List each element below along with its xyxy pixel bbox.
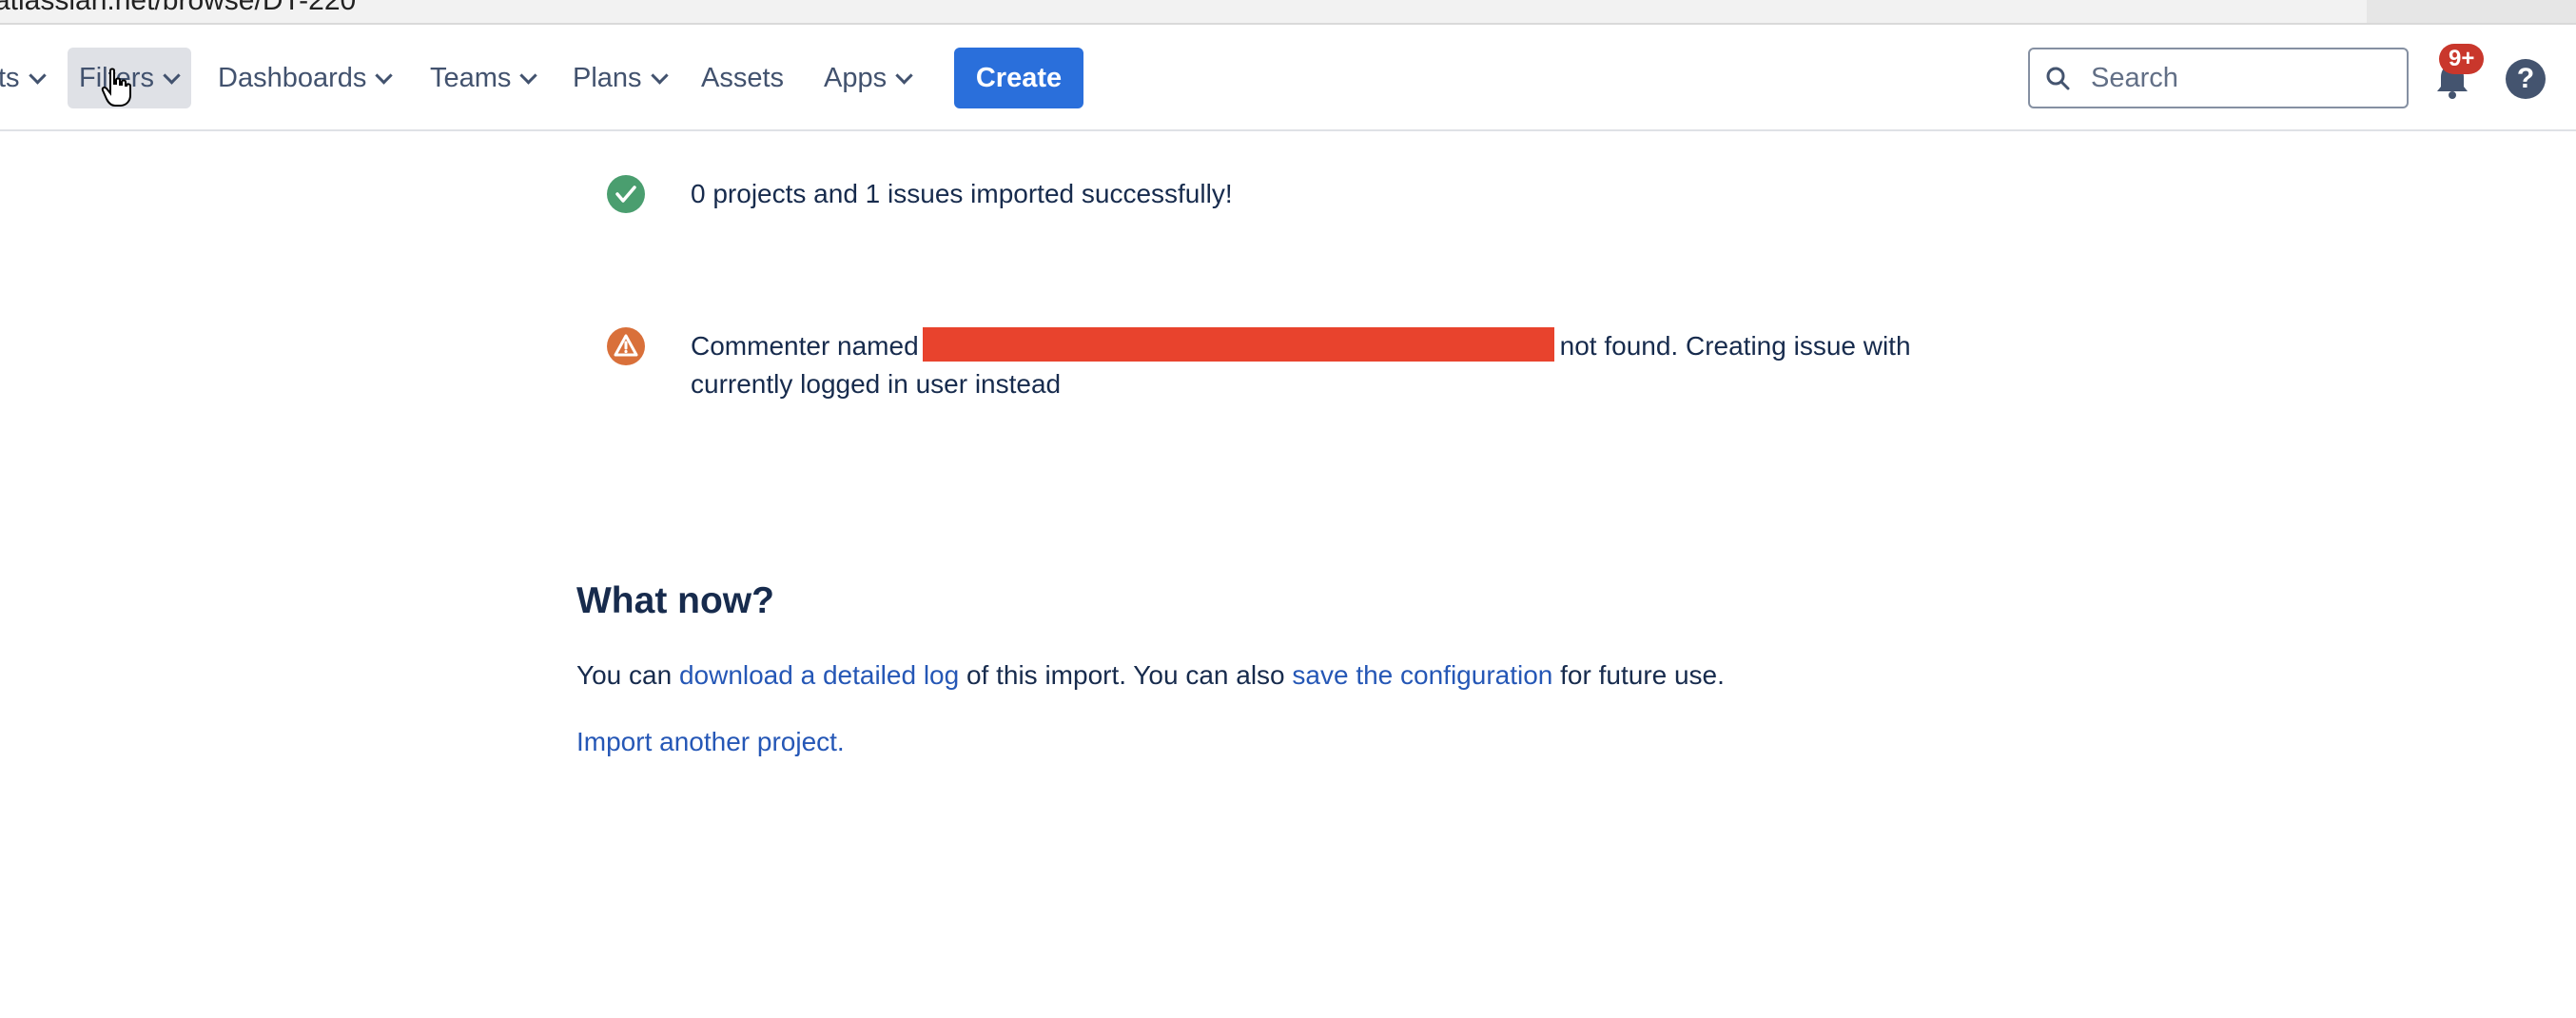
nav-teams[interactable]: Teams <box>419 48 546 108</box>
warning-line2: currently logged in user instead <box>691 369 1062 399</box>
nav-teams-label: Teams <box>430 62 512 93</box>
nav-assets-label: Assets <box>701 62 785 93</box>
nav-apps[interactable]: Apps <box>812 48 922 108</box>
chevron-down-icon <box>28 66 47 85</box>
chevron-down-icon <box>163 66 181 85</box>
save-configuration-link[interactable]: save the configuration <box>1292 660 1552 690</box>
chevron-down-icon <box>375 66 394 85</box>
p1-text-c: for future use. <box>1552 660 1725 690</box>
help-button[interactable]: ? <box>2506 59 2546 99</box>
create-button[interactable]: Create <box>954 48 1083 108</box>
p1-text-a: You can <box>576 660 679 690</box>
chevron-down-icon <box>895 66 913 85</box>
chevron-down-icon <box>650 66 669 85</box>
warning-message: Commenter named not found. Creating issue… <box>691 327 2022 403</box>
search-input[interactable] <box>2089 61 2378 95</box>
browser-toolbar-edge <box>2367 0 2576 23</box>
nav-apps-label: Apps <box>824 62 888 93</box>
nav-plans-label: Plans <box>573 62 642 93</box>
success-message: 0 projects and 1 issues imported success… <box>691 179 1233 208</box>
nav-plans[interactable]: Plans <box>561 48 677 108</box>
search-icon <box>2045 66 2070 90</box>
p1-text-b: of this import. You can also <box>959 660 1293 690</box>
what-now-heading: What now? <box>576 580 774 621</box>
nav-dashboards-label: Dashboards <box>218 62 367 93</box>
what-now-paragraph: You can download a detailed log of this … <box>576 660 1725 691</box>
help-icon: ? <box>2516 63 2535 94</box>
nav-assets[interactable]: Assets <box>690 48 795 108</box>
download-log-link[interactable]: download a detailed log <box>679 660 959 690</box>
chevron-down-icon <box>519 66 538 85</box>
notification-badge: 9+ <box>2439 44 2485 74</box>
url-text: atlassian.net/browse/DT-220 <box>0 0 357 16</box>
nav-projects-label: ts <box>0 62 20 93</box>
warning-suffix: not found. Creating issue with <box>1559 331 1911 361</box>
hand-cursor-icon <box>101 68 131 107</box>
nav-dashboards[interactable]: Dashboards <box>206 48 401 108</box>
redacted-name <box>922 327 1554 362</box>
success-check-icon <box>607 175 645 213</box>
top-navigation: ts Filters Dashboards Teams Plans Assets… <box>0 25 2576 131</box>
browser-url-bar[interactable]: atlassian.net/browse/DT-220 <box>0 0 2576 25</box>
import-another-project-link[interactable]: Import another project. <box>576 727 845 756</box>
nav-projects[interactable]: ts <box>0 48 55 108</box>
search-box[interactable] <box>2028 48 2409 108</box>
warning-icon <box>607 327 645 365</box>
warning-prefix: Commenter named <box>691 331 919 361</box>
